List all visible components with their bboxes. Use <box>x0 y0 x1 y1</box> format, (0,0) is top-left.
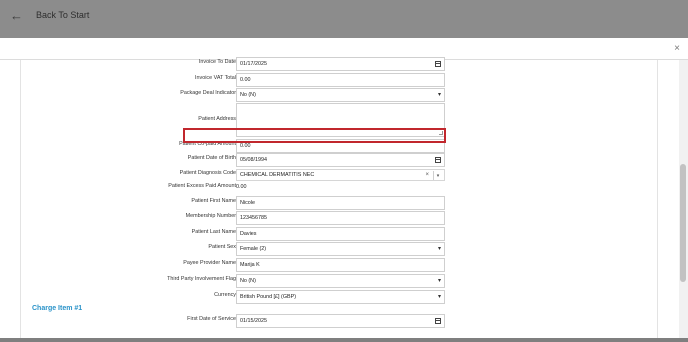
patient-diagnosis-code-label: Patient Diagnosis Code <box>179 170 236 176</box>
third-party-involvement-flag-value: No (N) <box>240 278 256 284</box>
patient-excess-paid-amount-value: 0.00 <box>236 184 247 190</box>
chevron-down-icon: ▾ <box>437 246 441 252</box>
membership-number-row: Membership Number 123456785 <box>0 211 688 225</box>
chevron-down-icon: ▾ <box>437 294 441 300</box>
patient-date-of-birth-row: Patient Date of Birth 05/08/1994 <box>0 153 688 167</box>
first-date-of-service-value: 01/15/2025 <box>240 318 267 324</box>
close-icon[interactable]: × <box>674 43 680 54</box>
invoice-vat-total-value: 0.00 <box>240 77 251 83</box>
currency-label: Currency <box>214 292 236 298</box>
invoice-to-date-input[interactable]: 01/17/2025 <box>236 57 445 71</box>
patient-last-name-input[interactable]: Davies <box>236 227 445 241</box>
currency-row: Currency British Pound [£] (GBP) ▾ <box>0 290 688 304</box>
invoice-to-date-value: 01/17/2025 <box>240 61 267 67</box>
payee-provider-name-value: Marija K <box>240 262 260 268</box>
patient-first-name-label: Patient First Name <box>191 198 236 204</box>
top-bar: ← Back To Start <box>0 0 688 38</box>
payee-provider-name-label: Payee Provider Name <box>183 260 236 266</box>
first-date-of-service-row: First Date of Service 01/15/2025 <box>0 314 688 328</box>
membership-number-label: Membership Number <box>185 213 236 219</box>
patient-sex-label: Patient Sex <box>208 244 236 250</box>
membership-number-input[interactable]: 123456785 <box>236 211 445 225</box>
third-party-involvement-flag-select[interactable]: No (N) ▾ <box>236 274 445 288</box>
page-bottom-edge <box>0 338 688 342</box>
patient-diagnosis-code-row: Patient Diagnosis Code CHEMICAL DERMATIT… <box>0 168 688 182</box>
patient-diagnosis-code-value: CHEMICAL DERMATITIS NEC <box>240 172 315 178</box>
first-date-of-service-input[interactable]: 01/15/2025 <box>236 314 445 328</box>
arrow-left-icon[interactable]: ← <box>10 8 23 23</box>
currency-value: British Pound [£] (GBP) <box>240 294 297 300</box>
package-deal-indicator-value: No (N) <box>240 92 256 98</box>
chevron-down-icon[interactable]: ▾ <box>433 171 442 180</box>
clear-icon[interactable]: × <box>425 172 429 178</box>
invoice-to-date-row: Invoice To Date 01/17/2025 <box>0 57 688 71</box>
patient-date-of-birth-label: Patient Date of Birth <box>187 155 236 161</box>
patient-sex-value: Female (2) <box>240 246 267 252</box>
charge-item-title: Charge Item #1 <box>32 305 83 312</box>
diagnosis-code-highlight <box>183 128 446 143</box>
package-deal-indicator-select[interactable]: No (N) ▾ <box>236 88 445 102</box>
payee-provider-name-row: Payee Provider Name Marija K <box>0 258 688 272</box>
calendar-icon[interactable] <box>435 318 441 324</box>
patient-excess-paid-amount-row: Patient Excess Paid Amount 0.00 <box>0 181 688 195</box>
patient-first-name-row: Patient First Name Nicole <box>0 196 688 210</box>
patient-address-label: Patient Address <box>198 116 236 122</box>
calendar-icon[interactable] <box>435 61 441 67</box>
patient-first-name-input[interactable]: Nicole <box>236 196 445 210</box>
package-deal-indicator-label: Package Deal Indicator <box>180 90 236 96</box>
invoice-to-date-label: Invoice To Date <box>198 59 236 65</box>
package-deal-indicator-row: Package Deal Indicator No (N) ▾ <box>0 88 688 102</box>
payee-provider-name-input[interactable]: Marija K <box>236 258 445 272</box>
patient-first-name-value: Nicole <box>240 200 255 206</box>
patient-last-name-row: Patient Last Name Davies <box>0 227 688 241</box>
chevron-down-icon: ▾ <box>437 92 441 98</box>
currency-select[interactable]: British Pound [£] (GBP) ▾ <box>236 290 445 304</box>
invoice-vat-total-label: Invoice VAT Total <box>195 75 236 81</box>
patient-date-of-birth-value: 05/08/1994 <box>240 157 267 163</box>
patient-diagnosis-code-combobox[interactable]: CHEMICAL DERMATITIS NEC × ▾ <box>236 169 445 181</box>
patient-last-name-label: Patient Last Name <box>191 229 236 235</box>
chevron-down-icon: ▾ <box>437 278 441 284</box>
membership-number-value: 123456785 <box>240 215 267 221</box>
back-to-start-link[interactable]: Back To Start <box>36 10 89 20</box>
first-date-of-service-label: First Date of Service <box>187 316 236 322</box>
patient-excess-paid-amount-label: Patient Excess Paid Amount <box>168 183 236 189</box>
calendar-icon[interactable] <box>435 157 441 163</box>
patient-last-name-value: Davies <box>240 231 257 237</box>
patient-sex-select[interactable]: Female (2) ▾ <box>236 242 445 256</box>
third-party-involvement-flag-row: Third Party Involvement Flag No (N) ▾ <box>0 274 688 288</box>
third-party-involvement-flag-label: Third Party Involvement Flag <box>167 276 236 282</box>
invoice-vat-total-input[interactable]: 0.00 <box>236 73 445 87</box>
patient-sex-row: Patient Sex Female (2) ▾ <box>0 242 688 256</box>
patient-copaid-amount-value: 0.00 <box>240 143 251 149</box>
patient-date-of-birth-input[interactable]: 05/08/1994 <box>236 153 445 167</box>
invoice-vat-total-row: Invoice VAT Total 0.00 <box>0 73 688 87</box>
